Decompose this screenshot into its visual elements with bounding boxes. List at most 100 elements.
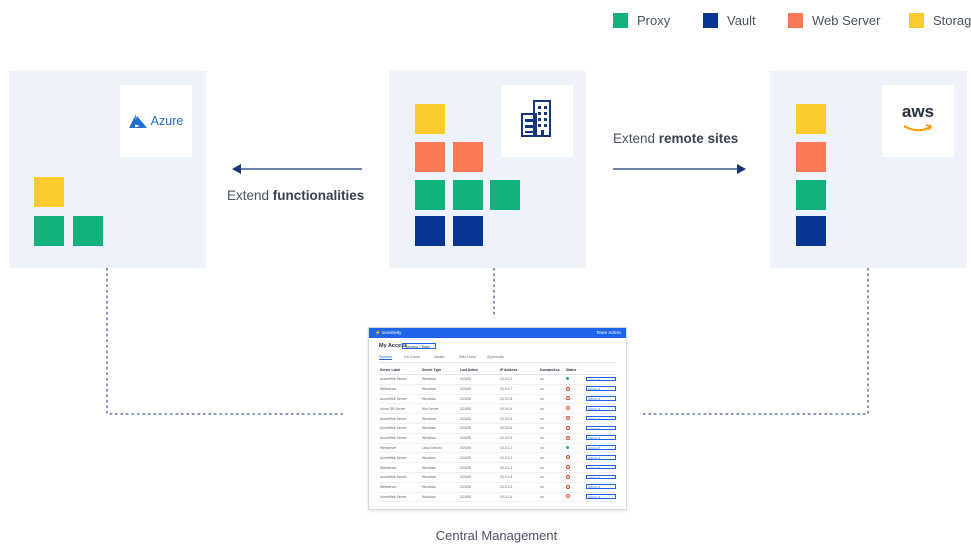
- row-actions-dropdown[interactable]: Actions ▾: [586, 396, 616, 401]
- app-user-menu: Team Admin: [596, 330, 621, 335]
- legend-label-storage: Storage: [933, 12, 971, 28]
- tab-approvals: Approvals: [487, 355, 504, 359]
- table-cell-action: Actions ▾: [585, 413, 616, 424]
- table-cell-type: Windows: [421, 462, 459, 473]
- table-cell-action: Actions ▾: [585, 374, 616, 385]
- table-row[interactable]: Webserver Linux Ubuntu 3/24/20 10.0.1.1 no Ac…: [379, 443, 616, 454]
- row-actions-dropdown[interactable]: Actions ▾: [586, 376, 616, 382]
- status-error-icon: [566, 455, 570, 460]
- table-cell-action: Actions ▾: [585, 452, 616, 464]
- servers-table: Server Label Server Type Last Active IP …: [379, 366, 616, 503]
- legend-item-proxy: Proxy: [613, 10, 670, 30]
- legend-label-web-server: Web Server: [812, 12, 881, 28]
- azure-icon: [128, 114, 147, 128]
- table-cell-type: Windows: [421, 423, 459, 434]
- table-cell-type: Windows: [421, 394, 459, 405]
- table-cell-status: [565, 433, 585, 444]
- vault-swatch-icon: [703, 12, 718, 28]
- table-cell-ip: 10.0.0.4: [499, 403, 539, 415]
- table-cell-status: [565, 403, 585, 415]
- row-actions-dropdown[interactable]: Actions ▾: [586, 474, 616, 480]
- table-row[interactable]: AzureWeb Server Windows 3/24/20 10.0.0.5 no A…: [379, 413, 616, 424]
- proxy-tile: [415, 180, 445, 210]
- table-cell-last: 3/24/20: [459, 462, 499, 473]
- row-actions-dropdown[interactable]: Actions ▾: [586, 406, 616, 411]
- table-cell-type: Windows: [421, 492, 459, 503]
- proxy-tile: [796, 180, 826, 210]
- table-cell-ip: 10.0.0.5: [499, 413, 539, 424]
- central-management-screenshot: ⚡ sensitivity Team Admin My Access Serve…: [368, 327, 627, 510]
- table-row[interactable]: Azure DB Server Win Server 3/24/20 10.0.0.4…: [379, 403, 616, 415]
- row-actions-dropdown[interactable]: Actions ▾: [586, 425, 616, 431]
- row-actions-dropdown[interactable]: Actions ▾: [586, 455, 616, 460]
- proxy-tile: [34, 216, 64, 246]
- table-row[interactable]: Webserver Windows 3/24/20 10.0.0.7 no Actions…: [379, 384, 616, 395]
- row-actions-dropdown[interactable]: Actions ▾: [586, 464, 616, 470]
- aws-site-panel: aws: [770, 71, 967, 268]
- table-row[interactable]: Webserver Windows 3/24/20 10.0.1.3 no Actions…: [379, 462, 616, 473]
- extend-remote-sites-prefix: Extend: [613, 131, 659, 146]
- table-cell-ip: 10.0.1.2: [499, 452, 539, 464]
- table-cell-ip: 10.0.1.4: [499, 472, 539, 483]
- table-cell-action: Actions ▾: [585, 492, 616, 503]
- storage-tile: [415, 104, 445, 134]
- table-cell-ip: 10.0.0.6: [499, 423, 539, 434]
- row-actions-dropdown[interactable]: Actions ▾: [586, 484, 616, 489]
- legend-item-web-server: Web Server: [788, 10, 880, 30]
- table-cell-ip: 10.0.0.2: [499, 374, 539, 385]
- table-cell-last: 3/24/20: [459, 423, 499, 434]
- table-cell-last: 3/24/20: [459, 433, 499, 444]
- aws-logo-card: aws: [882, 85, 954, 157]
- row-actions-dropdown[interactable]: Actions ▾: [586, 386, 616, 391]
- table-cell-status: [565, 472, 585, 483]
- table-row[interactable]: AzureWeb Server Windows 3/24/20 10.0.0.2 no A…: [379, 374, 616, 385]
- column-header: IP Address: [499, 366, 539, 375]
- table-cell-acc: no: [539, 374, 565, 385]
- table-row[interactable]: AzureWeb Server Windows 3/24/20 10.0.0.8 no A…: [379, 394, 616, 405]
- storage-tile: [34, 177, 64, 207]
- table-cell-action: Actions ▾: [585, 423, 616, 434]
- legend: Proxy Vault Web Server Storage: [591, 10, 971, 30]
- table-row[interactable]: Webserver Windows 3/24/20 10.0.1.5 no Actions…: [379, 482, 616, 493]
- table-cell-action: Actions ▾: [585, 394, 616, 405]
- status-error-icon: [566, 494, 570, 499]
- status-error-icon: [566, 416, 570, 421]
- table-row[interactable]: AzureWeb Server Windows 3/24/20 10.0.1.4 no A…: [379, 472, 616, 483]
- column-header: Domain/Acc: [539, 366, 565, 375]
- left-dotted-connector: [106, 268, 344, 415]
- table-cell-last: 3/24/20: [459, 492, 499, 503]
- table-cell-type: Windows: [421, 374, 459, 385]
- table-cell-last: 3/24/20: [459, 413, 499, 424]
- table-row[interactable]: AzureWeb Server Windows 3/24/20 10.0.0.6 no A…: [379, 423, 616, 434]
- row-actions-dropdown[interactable]: Actions ▾: [586, 415, 616, 421]
- table-cell-action: Actions ▾: [585, 472, 616, 483]
- table-cell-action: Actions ▾: [585, 443, 616, 454]
- storage-tile: [796, 104, 826, 134]
- table-cell-status: [565, 462, 585, 473]
- table-cell-action: Actions ▾: [585, 462, 616, 473]
- row-actions-dropdown[interactable]: Actions ▾: [586, 445, 616, 450]
- row-actions-dropdown[interactable]: Actions ▾: [586, 494, 616, 499]
- table-cell-status: [565, 384, 585, 395]
- tab-wiki-links: Wiki Links: [459, 355, 477, 359]
- table-header-row: Server Label Server Type Last Active IP …: [379, 366, 616, 375]
- column-header: [585, 366, 616, 375]
- status-error-icon: [566, 484, 570, 489]
- aws-icon: [903, 120, 933, 138]
- table-cell-name: AzureWeb Server: [379, 433, 421, 444]
- azure-logo-text: Azure: [150, 114, 184, 128]
- table-cell-acc: no: [539, 384, 565, 395]
- web-server-tile: [796, 142, 826, 172]
- table-row[interactable]: AzureWeb Server Windows 3/24/20 10.0.1.6 no A…: [379, 492, 616, 503]
- azure-site-panel: Azure: [9, 71, 206, 268]
- status-error-icon: [566, 406, 570, 411]
- table-cell-name: AzureWeb Server: [379, 492, 421, 503]
- table-cell-ip: 10.0.1.1: [499, 443, 539, 454]
- table-cell-last: 3/24/20: [459, 482, 499, 493]
- row-actions-dropdown[interactable]: Actions ▾: [586, 435, 616, 440]
- table-row[interactable]: AzureWeb Server Windows 3/24/20 10.0.0.9 no A…: [379, 433, 616, 444]
- table-row[interactable]: AzureWeb Server Windows 3/24/20 10.0.1.2 no A…: [379, 452, 616, 464]
- azure-logo-card: Azure: [120, 85, 192, 157]
- table-cell-name: AzureWeb Server: [379, 452, 421, 464]
- table-cell-acc: no: [539, 394, 565, 405]
